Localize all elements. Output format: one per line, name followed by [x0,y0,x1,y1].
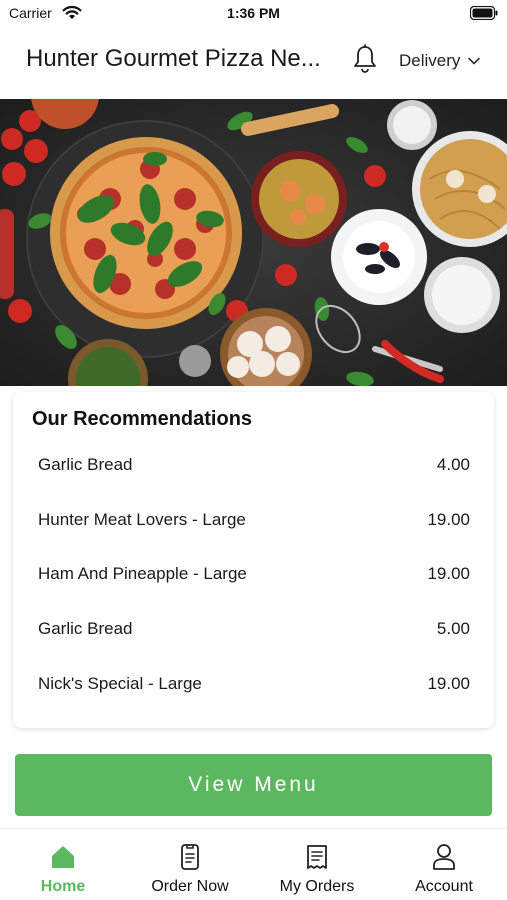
recommendations-card: Our Recommendations Garlic Bread 4.00 Hu… [13,392,494,728]
item-price: 19.00 [427,673,470,693]
item-price: 19.00 [427,509,470,529]
nav-label-order-now: Order Now [151,878,229,895]
item-price: 19.00 [427,564,470,584]
item-name: Garlic Bread [38,619,133,639]
food-banner-image [0,99,507,386]
nav-label-account: Account [415,878,473,895]
receipt-icon [307,845,327,869]
nav-item-account[interactable]: Account [381,829,507,900]
recommendation-item[interactable]: Hunter Meat Lovers - Large 19.00 [13,493,494,548]
bottom-nav: Home Order Now My Orders Account [0,828,507,900]
nav-item-home[interactable]: Home [0,829,126,900]
order-type-label: Delivery [399,51,461,70]
order-type-dropdown[interactable]: Delivery [399,49,481,73]
recommendation-item[interactable]: Ham And Pineapple - Large 19.00 [13,547,494,602]
bell-icon[interactable] [352,44,378,74]
item-price: 4.00 [436,455,470,475]
item-price: 5.00 [436,619,470,639]
nav-item-order-now[interactable]: Order Now [127,829,253,900]
chevron-down-icon [468,57,481,65]
person-icon [433,844,455,870]
restaurant-title: Hunter Gourmet Pizza Ne... [26,45,321,72]
item-name: Hunter Meat Lovers - Large [38,509,246,529]
battery-icon [470,6,498,20]
item-name: Garlic Bread [38,455,133,475]
order-sheet-icon [181,844,199,870]
recommendation-item[interactable]: Garlic Bread 5.00 [13,602,494,657]
recommendations-list: Garlic Bread 4.00 Hunter Meat Lovers - L… [13,438,494,711]
nav-item-my-orders[interactable]: My Orders [254,829,380,900]
nav-label-home: Home [40,878,86,895]
status-time: 1:36 PM [227,5,280,21]
app-header: Hunter Gourmet Pizza Ne... Delivery [0,28,507,96]
nav-label-my-orders: My Orders [279,878,355,895]
status-bar: Carrier 1:36 PM [0,0,507,28]
recommendations-title: Our Recommendations [32,408,253,430]
item-name: Ham And Pineapple - Large [38,564,247,584]
item-name: Nick's Special - Large [38,673,202,693]
food-banner-illustration [0,99,507,386]
recommendation-item[interactable]: Nick's Special - Large 19.00 [13,656,494,711]
view-menu-button[interactable]: View Menu [15,754,492,816]
home-icon [52,846,74,868]
recommendation-item[interactable]: Garlic Bread 4.00 [13,438,494,493]
